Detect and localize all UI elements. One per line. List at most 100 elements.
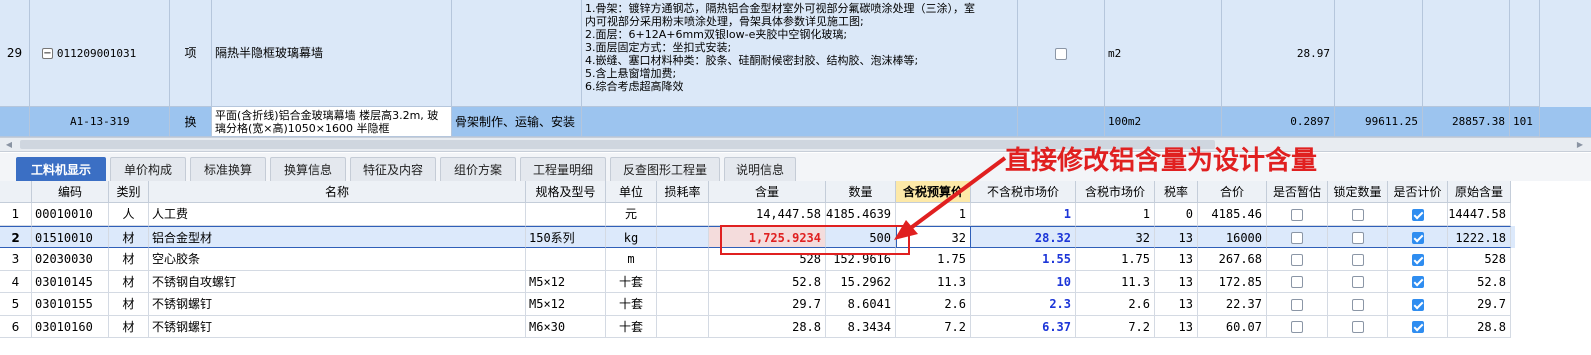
horizontal-scrollbar[interactable]: ◀ ▶ bbox=[0, 137, 1591, 152]
cell-mkt_in[interactable]: 7.2 bbox=[1076, 315, 1155, 338]
quota-row[interactable]: A1-13-319 换 平面(含折线)铝合金玻璃幕墙 楼层高3.2m, 玻璃分格… bbox=[0, 107, 1591, 137]
tab-standard-conversion[interactable]: 标准换算 bbox=[190, 157, 266, 181]
column-header[interactable]: 编码 bbox=[32, 181, 109, 203]
tab-quantity-detail[interactable]: 工程量明细 bbox=[520, 157, 606, 181]
lock-checkbox[interactable] bbox=[1351, 208, 1364, 221]
cell-est[interactable] bbox=[1267, 203, 1328, 226]
quota-quantity[interactable]: 0.2897 bbox=[1222, 107, 1335, 137]
priced-checkbox[interactable] bbox=[1411, 253, 1424, 266]
cell-content[interactable]: 52.8 bbox=[709, 270, 826, 293]
cell-priced[interactable] bbox=[1388, 225, 1448, 248]
cell-priced[interactable] bbox=[1388, 248, 1448, 271]
est-checkbox[interactable] bbox=[1291, 276, 1303, 288]
cell-qty[interactable]: 15.2962 bbox=[826, 270, 896, 293]
cell-budget[interactable]: 2.6 bbox=[896, 293, 971, 316]
column-header[interactable]: 税率 bbox=[1155, 181, 1198, 203]
cell-content[interactable]: 14,447.58 bbox=[709, 203, 826, 226]
cell-budget[interactable]: 7.2 bbox=[896, 315, 971, 338]
cell-budget[interactable]: 11.3 bbox=[896, 270, 971, 293]
desc-line: 5.含上悬窗增加费; bbox=[585, 67, 677, 80]
lock-checkbox[interactable] bbox=[1351, 232, 1364, 244]
cell-est[interactable] bbox=[1267, 293, 1328, 316]
column-header[interactable]: 损耗率 bbox=[657, 181, 709, 203]
cell-est[interactable] bbox=[1267, 315, 1328, 338]
cell-mkt_in[interactable]: 1.75 bbox=[1076, 248, 1155, 271]
column-header[interactable]: 合价 bbox=[1198, 181, 1267, 203]
column-header[interactable]: 原始含量 bbox=[1448, 181, 1511, 203]
cell-qty[interactable]: 8.6041 bbox=[826, 293, 896, 316]
cell-code: 03010155 bbox=[32, 293, 109, 316]
cell-lock[interactable] bbox=[1328, 225, 1388, 248]
tab-conversion-info[interactable]: 换算信息 bbox=[270, 157, 346, 181]
cell-lock[interactable] bbox=[1328, 293, 1388, 316]
tab-unit-price[interactable]: 单价构成 bbox=[110, 157, 186, 181]
cell-mkt_ex[interactable]: 1.55 bbox=[971, 248, 1076, 271]
est-checkbox[interactable] bbox=[1291, 253, 1303, 266]
item-checkbox[interactable] bbox=[1055, 47, 1067, 60]
lock-checkbox[interactable] bbox=[1351, 276, 1364, 288]
cell-mkt_ex[interactable]: 6.37 bbox=[971, 315, 1076, 338]
item-description[interactable]: 1.骨架：镀锌方通钢芯，隔热铝合金型材室外可视部分氟碳喷涂处理（三涂），室 内可… bbox=[582, 0, 1018, 107]
tab-features[interactable]: 特征及内容 bbox=[350, 157, 436, 181]
column-header[interactable]: 是否暂估 bbox=[1267, 181, 1328, 203]
priced-checkbox[interactable] bbox=[1411, 232, 1424, 244]
resource-row[interactable]: 4 03010145 材不锈钢自攻螺钉 M5×12 十套 52.8 15.2962 11.3 1… bbox=[0, 270, 1515, 293]
cell-est[interactable] bbox=[1267, 225, 1328, 248]
cell-priced[interactable] bbox=[1388, 203, 1448, 226]
cell-mkt_in[interactable]: 32 bbox=[1076, 225, 1155, 248]
cell-priced[interactable] bbox=[1388, 293, 1448, 316]
cell-content[interactable]: 28.8 bbox=[709, 315, 826, 338]
tab-labor-material-machine[interactable]: 工料机显示 bbox=[16, 157, 106, 181]
lock-checkbox[interactable] bbox=[1351, 321, 1364, 333]
item-name[interactable]: 隔热半隐框玻璃幕墙 bbox=[212, 0, 452, 107]
column-header[interactable]: 名称 bbox=[149, 181, 526, 203]
cell-content[interactable]: 29.7 bbox=[709, 293, 826, 316]
column-header[interactable]: 规格及型号 bbox=[526, 181, 606, 203]
cell-total: 172.85 bbox=[1198, 270, 1267, 293]
resource-row[interactable]: 1 00010010 人人工费元 14,447.58 4185.4639 1 1 1 0 4185… bbox=[0, 203, 1515, 226]
cell-mkt_in[interactable]: 1 bbox=[1076, 203, 1155, 226]
priced-checkbox[interactable] bbox=[1411, 298, 1424, 311]
cell-priced[interactable] bbox=[1388, 270, 1448, 293]
column-header[interactable]: 类别 bbox=[109, 181, 149, 203]
cell-lock[interactable] bbox=[1328, 203, 1388, 226]
lock-checkbox[interactable] bbox=[1351, 253, 1364, 266]
scroll-right-icon[interactable]: ▶ bbox=[1573, 139, 1587, 151]
priced-checkbox[interactable] bbox=[1411, 208, 1424, 221]
cell-lock[interactable] bbox=[1328, 315, 1388, 338]
est-checkbox[interactable] bbox=[1291, 208, 1303, 221]
item-quantity[interactable]: 28.97 bbox=[1222, 0, 1335, 107]
tab-reverse-graphic[interactable]: 反查图形工程量 bbox=[610, 157, 720, 181]
est-checkbox[interactable] bbox=[1291, 321, 1303, 333]
cell-priced[interactable] bbox=[1388, 315, 1448, 338]
column-header[interactable]: 含税市场价 bbox=[1076, 181, 1155, 203]
column-header[interactable]: 是否计价 bbox=[1388, 181, 1448, 203]
resource-row[interactable]: 5 03010155 材不锈钢螺钉 M5×12 十套 29.7 8.6041 2.6 2.3 2.… bbox=[0, 293, 1515, 316]
tab-pricing-plan[interactable]: 组价方案 bbox=[440, 157, 516, 181]
est-checkbox[interactable] bbox=[1291, 298, 1303, 311]
scroll-left-icon[interactable]: ◀ bbox=[2, 139, 16, 151]
cell-lock[interactable] bbox=[1328, 270, 1388, 293]
cell-est[interactable] bbox=[1267, 270, 1328, 293]
lock-checkbox[interactable] bbox=[1351, 298, 1364, 311]
column-header[interactable]: 含量 bbox=[709, 181, 826, 203]
cell-qty[interactable]: 8.3434 bbox=[826, 315, 896, 338]
cell-mkt_in[interactable]: 11.3 bbox=[1076, 270, 1155, 293]
cell-name: 不锈钢螺钉 bbox=[149, 315, 526, 338]
cell-est[interactable] bbox=[1267, 248, 1328, 271]
priced-checkbox[interactable] bbox=[1411, 321, 1424, 333]
column-header[interactable]: 锁定数量 bbox=[1328, 181, 1388, 203]
bill-item-row[interactable]: 29 − 011209001031 项 隔热半隐框玻璃幕墙 1.骨架：镀锌方通钢… bbox=[0, 0, 1591, 107]
est-checkbox[interactable] bbox=[1291, 232, 1303, 244]
quota-name[interactable]: 平面(含折线)铝合金玻璃幕墙 楼层高3.2m, 玻璃分格(宽×高)1050×16… bbox=[212, 107, 452, 137]
desc-line: 1.骨架：镀锌方通钢芯，隔热铝合金型材室外可视部分氟碳喷涂处理（三涂），室 bbox=[585, 2, 975, 15]
cell-mkt_ex[interactable]: 10 bbox=[971, 270, 1076, 293]
cell-mkt_in[interactable]: 2.6 bbox=[1076, 293, 1155, 316]
priced-checkbox[interactable] bbox=[1411, 276, 1424, 288]
column-header[interactable]: 单位 bbox=[606, 181, 657, 203]
resource-row[interactable]: 6 03010160 材不锈钢螺钉 M6×30 十套 28.8 8.3434 7.2 6.37 7… bbox=[0, 315, 1515, 338]
tab-notes[interactable]: 说明信息 bbox=[724, 157, 796, 181]
collapse-toggle-icon[interactable]: − bbox=[42, 48, 53, 59]
cell-mkt_ex[interactable]: 2.3 bbox=[971, 293, 1076, 316]
cell-lock[interactable] bbox=[1328, 248, 1388, 271]
